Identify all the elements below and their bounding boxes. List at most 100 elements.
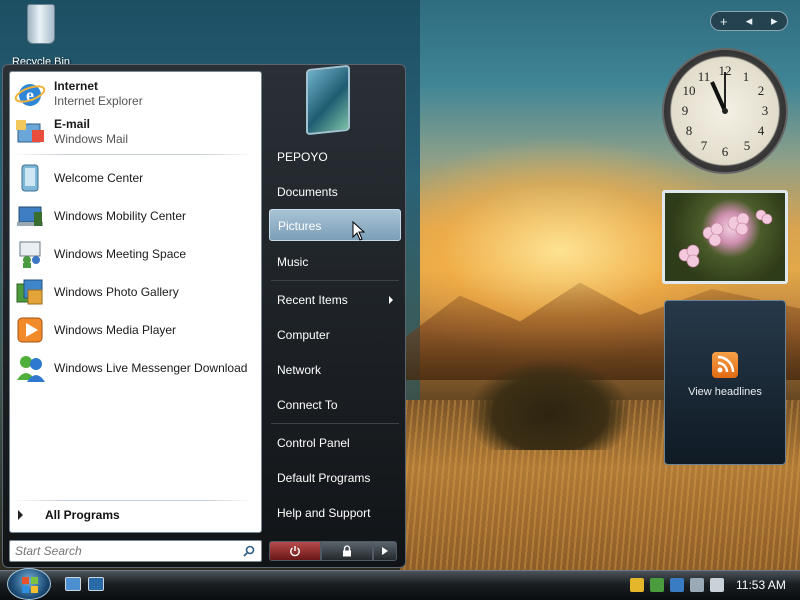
windows-logo-icon bbox=[22, 577, 38, 593]
place-recent-items[interactable]: Recent Items bbox=[269, 284, 401, 316]
svg-text:6: 6 bbox=[722, 144, 729, 159]
svg-text:9: 9 bbox=[682, 103, 689, 118]
recent-item-media-player[interactable]: Windows Media Player bbox=[14, 312, 257, 348]
switch-windows-icon[interactable] bbox=[88, 577, 104, 591]
place-network[interactable]: Network bbox=[269, 354, 401, 386]
programs-pane: e Internet Internet Explorer E-mail Wind… bbox=[9, 71, 262, 533]
volume-muted-icon[interactable] bbox=[710, 578, 724, 592]
clock-gadget[interactable]: 12 1 2 345 678 9 10 11 bbox=[662, 48, 788, 174]
svg-text:11: 11 bbox=[698, 69, 711, 84]
show-desktop-icon[interactable] bbox=[65, 577, 81, 591]
place-label: Connect To bbox=[277, 398, 338, 412]
sidebar-icon[interactable] bbox=[670, 578, 684, 592]
feed-headlines-gadget[interactable]: View headlines bbox=[664, 300, 786, 465]
all-programs-button[interactable]: All Programs bbox=[18, 508, 120, 522]
svg-text:3: 3 bbox=[762, 103, 769, 118]
sidebar-controls: + ◂ ▸ bbox=[710, 11, 788, 31]
place-computer[interactable]: Computer bbox=[269, 319, 401, 351]
taskbar-clock[interactable]: 11:53 AM bbox=[736, 578, 786, 592]
previous-gadgets-button[interactable]: ◂ bbox=[736, 13, 761, 29]
security-shield-icon[interactable] bbox=[630, 578, 644, 592]
places-separator bbox=[271, 280, 399, 281]
svg-text:8: 8 bbox=[686, 123, 693, 138]
power-icon bbox=[290, 546, 300, 557]
arrow-right-icon bbox=[18, 510, 23, 520]
pinned-item-internet[interactable]: e Internet Internet Explorer bbox=[14, 76, 257, 112]
flower-photo bbox=[678, 209, 773, 268]
svg-text:2: 2 bbox=[758, 83, 765, 98]
next-gadgets-button[interactable]: ▸ bbox=[762, 13, 787, 29]
recent-item-label: Windows Media Player bbox=[54, 322, 177, 337]
power-controls bbox=[269, 541, 397, 561]
rss-icon bbox=[712, 352, 738, 378]
recent-item-messenger[interactable]: Windows Live Messenger Download bbox=[14, 350, 257, 386]
all-programs-label: All Programs bbox=[45, 508, 120, 522]
recent-item-label: Windows Photo Gallery bbox=[54, 284, 179, 299]
wallpaper-tree bbox=[470, 360, 630, 450]
place-label: Documents bbox=[277, 185, 338, 199]
recent-item-meeting-space[interactable]: Windows Meeting Space bbox=[14, 236, 257, 272]
shutdown-options-button[interactable] bbox=[373, 541, 397, 561]
add-gadget-button[interactable]: + bbox=[711, 14, 736, 29]
recent-item-label: Windows Meeting Space bbox=[54, 246, 187, 261]
slide-show-gadget[interactable] bbox=[662, 190, 788, 284]
lock-icon bbox=[343, 545, 351, 557]
pinned-item-title: E-mail bbox=[54, 117, 91, 131]
mouse-cursor-icon bbox=[352, 221, 366, 241]
view-headlines-label: View headlines bbox=[688, 386, 762, 398]
place-label: Recent Items bbox=[277, 293, 348, 307]
clock-face-icon: 12 12 345 678 91011 bbox=[682, 63, 769, 159]
recent-item-mobility-center[interactable]: Windows Mobility Center bbox=[14, 198, 257, 234]
svg-text:1: 1 bbox=[743, 69, 750, 84]
meeting-space-icon bbox=[14, 238, 46, 270]
start-search-input[interactable] bbox=[10, 541, 230, 561]
place-pictures[interactable]: Pictures bbox=[269, 209, 401, 241]
notification-area: 11:53 AM bbox=[630, 570, 800, 600]
place-connect-to[interactable]: Connect To bbox=[269, 389, 401, 421]
pinned-item-email[interactable]: E-mail Windows Mail bbox=[14, 114, 257, 150]
place-documents[interactable]: Documents bbox=[269, 176, 401, 208]
place-help-and-support[interactable]: Help and Support bbox=[269, 497, 401, 529]
recent-item-label: Welcome Center bbox=[54, 170, 144, 185]
messenger-icon bbox=[14, 352, 46, 384]
windows-mail-icon bbox=[14, 116, 46, 148]
start-button[interactable] bbox=[7, 568, 51, 600]
lock-button[interactable] bbox=[321, 541, 373, 561]
place-music[interactable]: Music bbox=[269, 246, 401, 278]
place-default-programs[interactable]: Default Programs bbox=[269, 462, 401, 494]
place-label: Control Panel bbox=[277, 436, 350, 450]
pinned-item-title: Internet bbox=[54, 79, 99, 93]
media-player-icon bbox=[14, 314, 46, 346]
svg-text:4: 4 bbox=[758, 123, 765, 138]
place-label: Pictures bbox=[278, 219, 322, 233]
pinned-item-subtitle: Windows Mail bbox=[54, 132, 129, 146]
network-icon[interactable] bbox=[690, 578, 704, 592]
user-picture[interactable] bbox=[306, 64, 350, 136]
welcome-center-icon bbox=[14, 162, 46, 194]
recent-item-welcome-center[interactable]: Welcome Center bbox=[14, 160, 257, 196]
power-button[interactable] bbox=[269, 541, 321, 561]
place-label: Network bbox=[277, 363, 322, 377]
place-label: Default Programs bbox=[277, 471, 371, 485]
place-user-folder[interactable]: PEPOYO bbox=[269, 141, 401, 173]
recycle-bin-icon bbox=[27, 4, 55, 44]
arrow-right-icon bbox=[382, 547, 388, 555]
places-pane: PEPOYO Documents Pictures Music Recent I… bbox=[265, 64, 405, 535]
recent-item-label: Windows Mobility Center bbox=[54, 208, 187, 223]
svg-text:7: 7 bbox=[701, 138, 708, 153]
svg-text:5: 5 bbox=[744, 138, 751, 153]
start-menu: e Internet Internet Explorer E-mail Wind… bbox=[2, 64, 406, 568]
places-separator bbox=[271, 423, 399, 424]
search-icon[interactable] bbox=[243, 545, 255, 557]
submenu-arrow-icon bbox=[389, 296, 393, 304]
update-icon[interactable] bbox=[650, 578, 664, 592]
place-label: PEPOYO bbox=[277, 150, 328, 164]
recycle-bin[interactable]: Recycle Bin bbox=[6, 4, 76, 68]
recent-item-photo-gallery[interactable]: Windows Photo Gallery bbox=[14, 274, 257, 310]
recent-item-label: Windows Live Messenger Download bbox=[54, 360, 248, 375]
start-search-box[interactable] bbox=[9, 540, 262, 562]
mobility-center-icon bbox=[14, 200, 46, 232]
pinned-item-subtitle: Internet Explorer bbox=[54, 94, 143, 108]
pinned-separator bbox=[14, 154, 254, 155]
place-control-panel[interactable]: Control Panel bbox=[269, 427, 401, 459]
